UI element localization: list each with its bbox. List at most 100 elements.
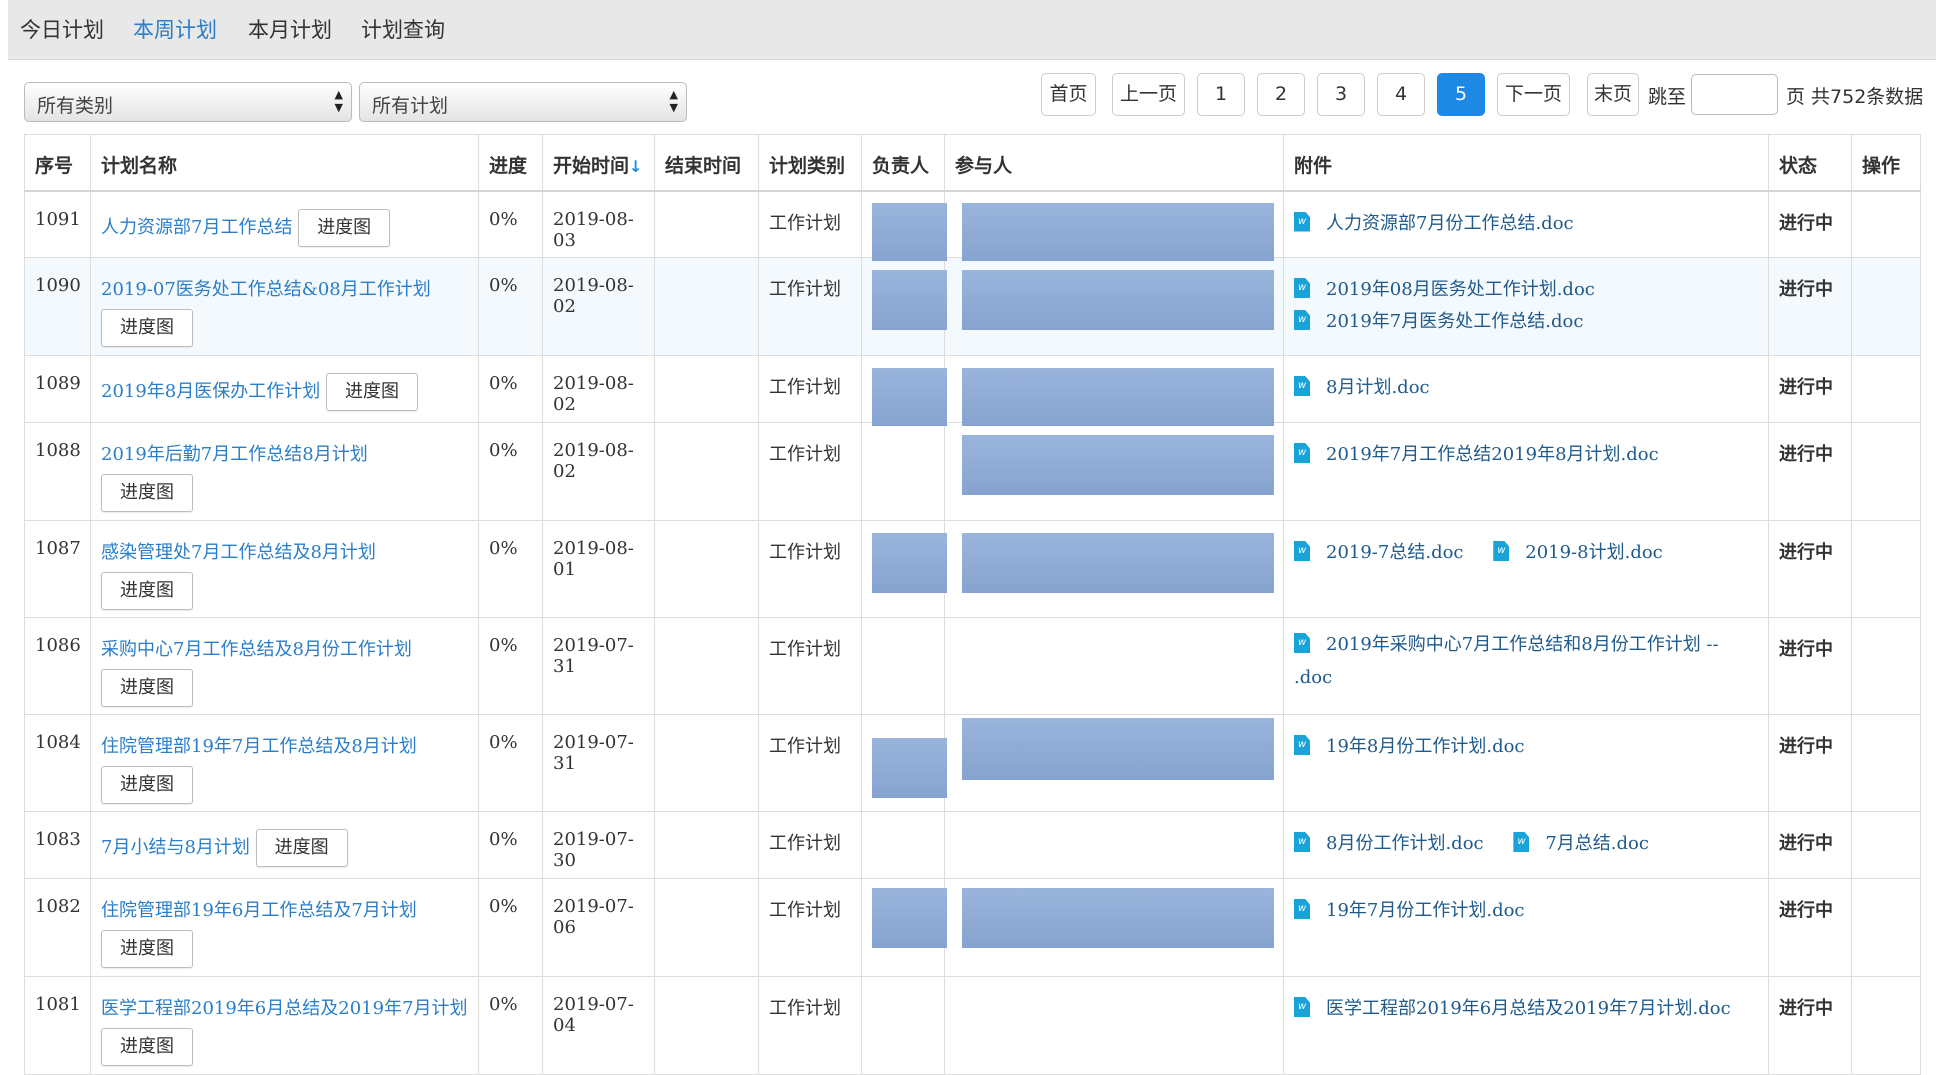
tab-plan-query[interactable]: 计划查询 [361, 16, 445, 44]
row-progress: 0% [478, 190, 543, 258]
tab-month-plan[interactable]: 本月计划 [248, 16, 332, 44]
status-badge: 进行中 [1768, 878, 1852, 977]
tab-today-plan[interactable]: 今日计划 [20, 16, 104, 44]
prev-page-button[interactable]: 上一页 [1112, 73, 1185, 116]
col-header-start[interactable]: 开始时间↓ [542, 134, 655, 192]
row-attachments: 8月份工作计划.doc 7月总结.doc [1283, 811, 1769, 879]
first-page-button[interactable]: 首页 [1041, 73, 1096, 116]
redacted-owner [872, 270, 947, 330]
row-start: 2019-07-04 [542, 976, 655, 1075]
word-doc-icon [1294, 899, 1310, 919]
status-badge: 进行中 [1768, 976, 1852, 1075]
row-name-cell: 2019年8月医保办工作计划 进度图 [90, 355, 479, 423]
redacted-participants [962, 435, 1274, 495]
status-badge: 进行中 [1768, 355, 1852, 423]
row-participants [944, 617, 1284, 715]
attachment-link[interactable]: 2019-7总结.doc [1326, 542, 1464, 563]
row-progress: 0% [478, 714, 543, 812]
row-type: 工作计划 [758, 422, 862, 521]
row-name-cell: 住院管理部19年7月工作总结及8月计划进度图 [90, 714, 479, 812]
redacted-participants [962, 368, 1274, 426]
word-doc-icon [1294, 376, 1310, 396]
word-doc-icon [1294, 278, 1310, 298]
row-end [654, 355, 759, 423]
row-action [1851, 355, 1921, 423]
attachment-link[interactable]: 8月计划.doc [1326, 377, 1430, 398]
page-2-button[interactable]: 2 [1257, 73, 1305, 116]
page-1-button[interactable]: 1 [1197, 73, 1245, 116]
progress-chart-button[interactable]: 进度图 [326, 373, 418, 411]
attachment-link[interactable]: 2019-8计划.doc [1525, 542, 1663, 563]
row-progress: 0% [478, 976, 543, 1075]
row-type: 工作计划 [758, 878, 862, 977]
progress-chart-button[interactable]: 进度图 [101, 572, 193, 610]
total-count-label: 页 共752条数据 [1786, 86, 1924, 108]
jump-page-input[interactable] [1691, 74, 1778, 115]
row-progress: 0% [478, 422, 543, 521]
plan-name-link[interactable]: 感染管理处7月工作总结及8月计划 [101, 542, 376, 563]
row-no: 1087 [24, 520, 91, 618]
plan-select[interactable]: 所有计划 ▲ ▼ [359, 82, 687, 122]
word-doc-icon [1294, 310, 1310, 330]
row-type: 工作计划 [758, 257, 862, 356]
plan-name-link[interactable]: 医学工程部2019年6月总结及2019年7月计划 [101, 998, 468, 1019]
progress-chart-button[interactable]: 进度图 [101, 669, 193, 707]
attachment-link[interactable]: 2019年08月医务处工作计划.doc [1326, 279, 1595, 300]
page-4-button[interactable]: 4 [1377, 73, 1425, 116]
progress-chart-button[interactable]: 进度图 [298, 208, 391, 247]
word-doc-icon [1294, 633, 1310, 653]
row-end [654, 878, 759, 977]
col-header-progress: 进度 [478, 134, 543, 192]
plan-name-link[interactable]: 住院管理部19年7月工作总结及8月计划 [101, 736, 417, 757]
word-doc-icon [1294, 735, 1310, 755]
plan-name-link[interactable]: 7月小结与8月计划 [101, 837, 250, 858]
word-doc-icon [1493, 541, 1510, 561]
last-page-button[interactable]: 末页 [1587, 73, 1639, 116]
progress-chart-button[interactable]: 进度图 [101, 309, 193, 347]
progress-chart-button[interactable]: 进度图 [101, 474, 193, 512]
row-start: 2019-08-01 [542, 520, 655, 618]
plan-name-link[interactable]: 2019-07医务处工作总结&08月工作计划 [101, 279, 431, 300]
redacted-owner [872, 533, 947, 593]
row-start: 2019-07-30 [542, 811, 655, 879]
attachment-link[interactable]: 2019年采购中心7月工作总结和8月份工作计划 -- .doc [1294, 634, 1719, 688]
attachment-link[interactable]: 8月份工作计划.doc [1326, 833, 1484, 854]
attachment-link[interactable]: 医学工程部2019年6月总结及2019年7月计划.doc [1326, 998, 1731, 1019]
tab-week-plan[interactable]: 本周计划 [133, 16, 217, 44]
row-end [654, 257, 759, 356]
progress-chart-button[interactable]: 进度图 [101, 766, 193, 804]
page-5-button[interactable]: 5 [1437, 73, 1485, 116]
plan-name-link[interactable]: 2019年后勤7月工作总结8月计划 [101, 444, 368, 465]
plan-name-link[interactable]: 采购中心7月工作总结及8月份工作计划 [101, 639, 412, 660]
col-header-action: 操作 [1851, 134, 1921, 192]
row-action [1851, 976, 1921, 1075]
row-type: 工作计划 [758, 520, 862, 618]
row-no: 1082 [24, 878, 91, 977]
attachment-link[interactable]: 2019年7月工作总结2019年8月计划.doc [1326, 444, 1659, 465]
row-start: 2019-08-02 [542, 355, 655, 423]
plan-name-link[interactable]: 人力资源部7月工作总结 [101, 217, 292, 238]
row-no: 1088 [24, 422, 91, 521]
attachment-link[interactable]: 2019年7月医务处工作总结.doc [1326, 311, 1583, 332]
category-select[interactable]: 所有类别 ▲ ▼ [24, 82, 352, 122]
word-doc-icon [1513, 832, 1530, 852]
progress-chart-button[interactable]: 进度图 [101, 930, 193, 968]
plan-name-link[interactable]: 住院管理部19年6月工作总结及7月计划 [101, 900, 417, 921]
attachment-link[interactable]: 人力资源部7月份工作总结.doc [1326, 213, 1574, 234]
page-3-button[interactable]: 3 [1317, 73, 1365, 116]
row-progress: 0% [478, 257, 543, 356]
plan-name-link[interactable]: 2019年8月医保办工作计划 [101, 381, 320, 402]
attachment-link[interactable]: 19年8月份工作计划.doc [1326, 736, 1525, 757]
row-action [1851, 190, 1921, 258]
redacted-participants [962, 533, 1274, 593]
next-page-button[interactable]: 下一页 [1497, 73, 1570, 116]
row-name-cell: 2019-07医务处工作总结&08月工作计划进度图 [90, 257, 479, 356]
attachment-link[interactable]: 7月总结.doc [1545, 833, 1649, 854]
progress-chart-button[interactable]: 进度图 [255, 829, 348, 867]
table-row: 1081 医学工程部2019年6月总结及2019年7月计划 进度图 0% 2019… [24, 976, 1921, 1075]
col-header-status: 状态 [1768, 134, 1852, 192]
col-header-attachments: 附件 [1283, 134, 1769, 192]
row-end [654, 520, 759, 618]
progress-chart-button[interactable]: 进度图 [101, 1028, 193, 1066]
attachment-link[interactable]: 19年7月份工作计划.doc [1326, 900, 1525, 921]
